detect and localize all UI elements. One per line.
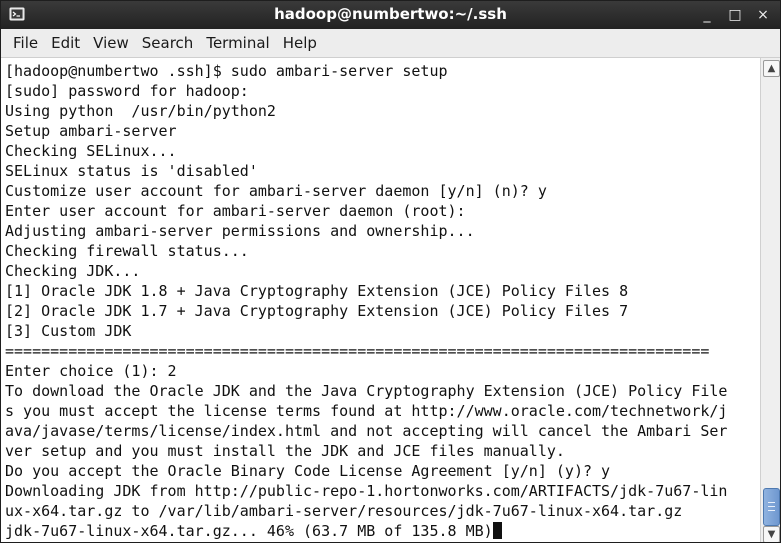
terminal-line: Adjusting ambari-server permissions and … xyxy=(5,222,475,240)
terminal-line: Do you accept the Oracle Binary Code Lic… xyxy=(5,462,611,480)
menu-search[interactable]: Search xyxy=(137,34,199,52)
terminal-line: To download the Oracle JDK and the Java … xyxy=(5,382,728,400)
menu-file[interactable]: File xyxy=(8,34,43,52)
terminal-window: hadoop@numbertwo:~/.ssh _ □ × File Edit … xyxy=(0,0,781,543)
grip-line xyxy=(768,506,775,507)
terminal-line: SELinux status is 'disabled' xyxy=(5,162,258,180)
maximize-button[interactable]: □ xyxy=(728,7,742,23)
minimize-button[interactable]: _ xyxy=(700,7,714,23)
text-cursor xyxy=(492,522,502,539)
menu-terminal[interactable]: Terminal xyxy=(201,34,274,52)
menu-help[interactable]: Help xyxy=(278,34,322,52)
grip-line xyxy=(768,502,775,503)
terminal-text: [hadoop@numbertwo .ssh]$ sudo ambari-ser… xyxy=(1,58,760,541)
terminal-line: ava/javase/terms/license/index.html and … xyxy=(5,422,728,440)
terminal-line: Using python /usr/bin/python2 xyxy=(5,102,276,120)
terminal-line: jdk-7u67-linux-x64.tar.gz... 46% (63.7 M… xyxy=(5,522,493,540)
menu-edit[interactable]: Edit xyxy=(46,34,85,52)
close-button[interactable]: × xyxy=(756,7,770,23)
menu-view[interactable]: View xyxy=(88,34,134,52)
window-controls: _ □ × xyxy=(700,5,770,25)
terminal-line: s you must accept the license terms foun… xyxy=(5,402,728,420)
title-bar[interactable]: hadoop@numbertwo:~/.ssh _ □ × xyxy=(1,1,780,29)
terminal-line: Checking firewall status... xyxy=(5,242,249,260)
terminal-line: Enter user account for ambari-server dae… xyxy=(5,202,466,220)
terminal-line: Checking JDK... xyxy=(5,262,141,280)
terminal-line: [1] Oracle JDK 1.8 + Java Cryptography E… xyxy=(5,282,629,300)
terminal-line: ========================================… xyxy=(5,342,710,360)
terminal-line: Customize user account for ambari-server… xyxy=(5,182,547,200)
window-title: hadoop@numbertwo:~/.ssh xyxy=(274,5,507,23)
terminal-line: Checking SELinux... xyxy=(5,142,177,160)
terminal-line: ver setup and you must install the JDK a… xyxy=(5,442,565,460)
scroll-down-arrow-icon[interactable]: ▼ xyxy=(763,526,780,542)
scroll-up-arrow-icon[interactable]: ▲ xyxy=(763,60,780,77)
scroll-thumb[interactable] xyxy=(763,488,780,526)
menu-bar: File Edit View Search Terminal Help xyxy=(1,29,780,58)
terminal-line: [3] Custom JDK xyxy=(5,322,132,340)
terminal-line: Downloading JDK from http://public-repo-… xyxy=(5,482,728,500)
terminal-line: [2] Oracle JDK 1.7 + Java Cryptography E… xyxy=(5,302,629,320)
terminal-line: ux-x64.tar.gz to /var/lib/ambari-server/… xyxy=(5,502,683,520)
terminal-line: [hadoop@numbertwo .ssh]$ sudo ambari-ser… xyxy=(5,62,448,80)
terminal-line: Enter choice (1): 2 xyxy=(5,362,177,380)
vertical-scrollbar[interactable]: ▲ ▼ xyxy=(760,58,780,542)
terminal-line: [sudo] password for hadoop: xyxy=(5,82,249,100)
terminal-output[interactable]: [hadoop@numbertwo .ssh]$ sudo ambari-ser… xyxy=(1,58,760,542)
terminal-line: Setup ambari-server xyxy=(5,122,177,140)
grip-line xyxy=(768,510,775,511)
